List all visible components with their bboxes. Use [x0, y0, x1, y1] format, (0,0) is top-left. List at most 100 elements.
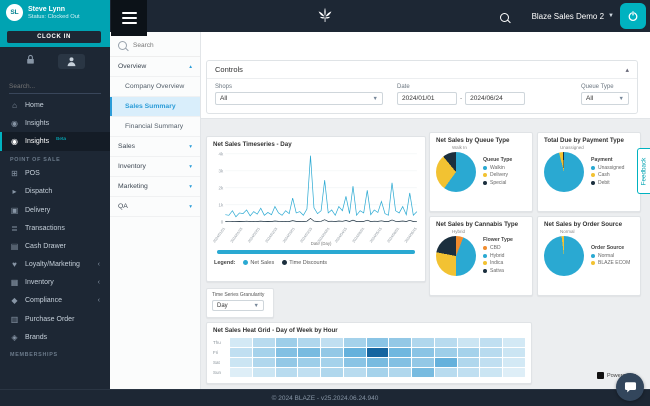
granularity-card: Time Series Granularity Day ▼ — [206, 288, 274, 318]
pie-legend-item: Unassigned — [591, 165, 624, 171]
subnav-item-qa[interactable]: QA ▾ — [110, 197, 200, 217]
chevron-down-icon: ▼ — [608, 13, 614, 19]
sidebar-item-insights[interactable]: ◉ Insights — [0, 114, 110, 132]
pie-legend: Order Source Normal BLAZE ECOM — [591, 245, 630, 268]
heat-cell — [412, 338, 434, 347]
lock-icon[interactable] — [25, 52, 36, 70]
queue-type-select[interactable]: All ▼ — [581, 92, 629, 105]
timeline-scrollbar[interactable] — [217, 250, 415, 254]
legend-label: Legend: — [214, 260, 236, 266]
sidebar-item-label: Insights — [25, 137, 50, 145]
shops-field: Shops All ▼ — [215, 84, 383, 105]
svg-text:2024/02/01: 2024/02/01 — [247, 227, 261, 244]
legend-item: Time Discounts — [282, 260, 327, 266]
svg-text:2024/05/01: 2024/05/01 — [352, 227, 366, 244]
heat-cell — [480, 368, 503, 377]
subnav-item-sales[interactable]: Sales ▾ — [110, 137, 200, 157]
hamburger-menu-icon[interactable] — [111, 0, 147, 36]
heat-cell — [503, 348, 525, 357]
heat-cell — [480, 338, 503, 347]
feedback-tab[interactable]: Feedback — [637, 148, 650, 194]
date-from-input[interactable]: 2024/01/01 — [397, 92, 457, 105]
logout-power-button[interactable] — [620, 3, 646, 29]
sidebar-item-compliance[interactable]: ◆ Compliance ‹ — [0, 292, 110, 310]
sidebar-item-loyalty-marketing[interactable]: ♥ Loyalty/Marketing ‹ — [0, 256, 110, 274]
heat-cell — [343, 348, 366, 357]
sidebar-item-pos[interactable]: ⊞ POS — [0, 165, 110, 183]
svg-text:2024/06/15: 2024/06/15 — [404, 227, 418, 244]
user-name: Steve Lynn — [28, 5, 66, 13]
search-icon[interactable] — [500, 9, 512, 22]
heat-grid-card: Net Sales Heat Grid - Day of Week by Hou… — [206, 322, 532, 384]
sidebar-item-label: Home — [25, 101, 44, 109]
heat-cell — [366, 348, 389, 357]
subnav-item-overview[interactable]: Overview ▴ — [110, 57, 200, 77]
collapse-chevron-icon[interactable]: ▴ — [625, 66, 629, 74]
svg-text:2024/04/15: 2024/04/15 — [334, 227, 348, 244]
pie-slice-label: Walk In — [452, 145, 467, 150]
heat-cell — [230, 338, 252, 347]
main-content: Reports Up to 1 hour delay Controls ▴ Sh… — [200, 32, 650, 390]
app-window: Blaze Sales Demo 2 ▼ SL Steve Lynn Statu… — [0, 0, 650, 406]
subnav-item-label: Overview — [118, 63, 147, 70]
sidebar-section-label: MEMBERSHIPS — [10, 352, 58, 359]
sidebar-item-cash-drawer[interactable]: ▤ Cash Drawer — [0, 237, 110, 255]
sidebar-search-input[interactable] — [9, 81, 101, 92]
granularity-select[interactable]: Day ▼ — [212, 300, 264, 311]
heat-cell — [503, 368, 525, 377]
dispatch-icon: ▸ — [12, 187, 17, 197]
sidebar-item-brands[interactable]: ◈ Brands — [0, 328, 110, 346]
avatar[interactable]: SL — [6, 4, 23, 21]
chevron-down-icon: ▾ — [189, 143, 192, 150]
chat-widget-button[interactable] — [616, 373, 644, 401]
date-label: Date — [397, 84, 410, 90]
subnav-item-sales-summary[interactable]: Sales Summary — [110, 97, 200, 117]
sidebar-item-label: Purchase Order — [25, 315, 75, 323]
blaze-leaf-logo — [314, 5, 336, 32]
svg-text:0: 0 — [221, 219, 224, 224]
sidebar-item-insights-beta[interactable]: ◉ Insights Beta — [0, 132, 110, 151]
pie-slice-label: Unassigned — [560, 145, 584, 150]
heat-row-label: Sat — [213, 360, 220, 365]
subnav-item-financial-summary[interactable]: Financial Summary — [110, 117, 200, 137]
subnav-item-company-overview[interactable]: Company Overview — [110, 77, 200, 97]
heat-cell — [343, 368, 366, 377]
heat-cell — [230, 358, 252, 367]
subnav-item-marketing[interactable]: Marketing ▾ — [110, 177, 200, 197]
heat-cell — [457, 368, 480, 377]
heat-cell — [457, 348, 480, 357]
sidebar-item-home[interactable]: ⌂ Home — [0, 96, 110, 114]
subnav-search-input[interactable] — [131, 41, 192, 50]
clock-in-button[interactable]: CLOCK IN — [7, 31, 101, 43]
heat-cell — [457, 358, 480, 367]
svg-text:2024/01/15: 2024/01/15 — [230, 227, 244, 244]
insights-icon: ◉ — [11, 136, 18, 146]
heat-cell — [343, 338, 366, 347]
heat-cell — [503, 358, 525, 367]
sidebar-item-label: Transactions — [25, 224, 65, 232]
svg-text:2k: 2k — [219, 185, 225, 190]
heat-cell — [366, 368, 389, 377]
heat-cell — [412, 348, 434, 357]
shops-select[interactable]: All ▼ — [215, 92, 383, 105]
pie-legend-item: Hybrid — [483, 253, 513, 259]
sidebar-item-dispatch[interactable]: ▸ Dispatch — [0, 183, 110, 201]
store-selector-dropdown[interactable]: Blaze Sales Demo 2 ▼ — [532, 0, 614, 32]
sidebar-item-purchase-order[interactable]: ▥ Purchase Order — [0, 310, 110, 328]
store-selector-label: Blaze Sales Demo 2 — [531, 11, 605, 21]
user-tab[interactable] — [58, 53, 85, 69]
pie-chart — [436, 236, 476, 276]
sidebar-icon-tabs — [0, 47, 110, 73]
sidebar-item-inventory[interactable]: ▦ Inventory ‹ — [0, 274, 110, 292]
svg-text:2024/05/15: 2024/05/15 — [369, 227, 383, 244]
subnav-item-label: Sales Summary — [125, 103, 176, 110]
subnav-item-label: Company Overview — [125, 83, 185, 90]
svg-text:2024/02/15: 2024/02/15 — [265, 227, 279, 244]
sidebar-item-delivery[interactable]: ▣ Delivery — [0, 201, 110, 219]
heat-cell — [366, 338, 389, 347]
date-to-input[interactable]: 2024/06/24 — [465, 92, 526, 105]
sidebar-item-transactions[interactable]: ≣ Transactions — [0, 219, 110, 237]
subnav-item-inventory[interactable]: Inventory ▾ — [110, 157, 200, 177]
heat-cell — [252, 358, 275, 367]
chevron-collapse-icon: ‹ — [97, 297, 100, 305]
